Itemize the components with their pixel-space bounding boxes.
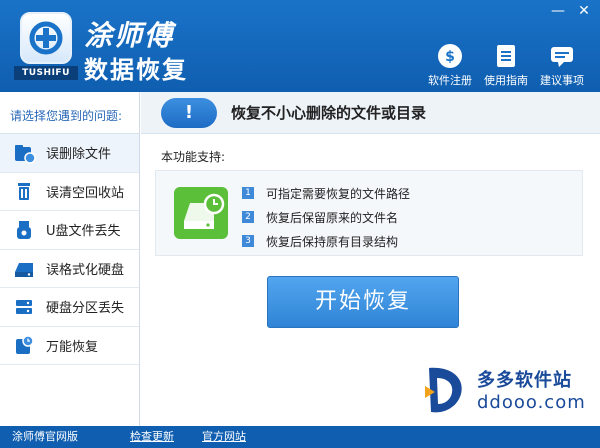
sidebar-item-format-disk[interactable]: 误格式化硬盘: [0, 250, 139, 288]
recycle-bin-icon: [18, 183, 30, 201]
status-bar: 涂师傅官网版 检查更新 官方网站: [0, 426, 600, 448]
suggestion-label: 建议事项: [540, 74, 584, 87]
universal-restore-icon: [16, 335, 34, 355]
list-item: 3 恢复后保持原有目录结构: [242, 229, 410, 253]
coin-register-icon: $: [438, 44, 462, 68]
logo-subtitle: TUSHIFU: [14, 66, 78, 80]
drive-restore-icon: [174, 187, 228, 239]
svg-text:$: $: [445, 49, 455, 65]
main-panel: ! 恢复不小心删除的文件或目录 本功能支持: 1 可指定需要恢复的文件路径 2 …: [141, 92, 600, 426]
minimize-button[interactable]: —: [545, 0, 571, 22]
logo-plus-icon: [29, 21, 63, 55]
sidebar-item-label: 万能恢复: [46, 339, 99, 355]
footer-edition-link[interactable]: 涂师傅官网版: [12, 426, 78, 448]
guide-book-icon: [497, 45, 515, 67]
watermark-url: ddooo.com: [477, 392, 586, 413]
app-header: TUSHIFU 涂师傅 数据恢复 — ✕ $ 软件注册 使用指南 建议事项: [0, 0, 600, 92]
feature-text: 恢复后保留原来的文件名: [266, 210, 399, 225]
guide-button[interactable]: 使用指南: [478, 42, 534, 88]
watermark-logo-icon: [425, 367, 462, 413]
sidebar-item-label: 误格式化硬盘: [46, 262, 125, 278]
watermark-name: 多多软件站: [477, 370, 572, 391]
guide-label: 使用指南: [484, 74, 528, 87]
register-label: 软件注册: [428, 74, 472, 87]
list-item: 1 可指定需要恢复的文件路径: [242, 181, 410, 205]
start-recovery-button[interactable]: 开始恢复: [267, 276, 459, 328]
feature-list: 1 可指定需要恢复的文件路径 2 恢复后保留原来的文件名 3 恢复后保持原有目录…: [242, 181, 410, 253]
logo-tile: [20, 12, 72, 64]
brand-title-line2: 数据恢复: [84, 56, 188, 84]
partition-icon: [16, 299, 32, 314]
sidebar-item-partition-lost[interactable]: 硬盘分区丢失: [0, 288, 139, 327]
app-logo: TUSHIFU: [14, 12, 78, 80]
close-button[interactable]: ✕: [571, 0, 597, 22]
feature-text: 恢复后保持原有目录结构: [266, 234, 399, 249]
sidebar-title: 请选择您遇到的问题:: [0, 92, 139, 134]
feature-number: 1: [242, 187, 254, 199]
function-title: 恢复不小心删除的文件或目录: [231, 104, 427, 122]
feature-number: 3: [242, 235, 254, 247]
watermark: 多多软件站 ddooo.com: [421, 362, 593, 422]
sidebar-item-universal-restore[interactable]: 万能恢复: [0, 327, 139, 365]
sidebar-item-label: 硬盘分区丢失: [46, 301, 125, 317]
sidebar-item-label: 误清空回收站: [46, 185, 125, 201]
sidebar-item-label: U盘文件丢失: [46, 224, 121, 240]
delete-file-icon: [15, 144, 36, 164]
function-banner: ! 恢复不小心删除的文件或目录: [141, 92, 600, 134]
feature-text: 可指定需要恢复的文件路径: [266, 186, 411, 201]
sidebar-item-label: 误删除文件: [46, 147, 112, 163]
usb-drive-icon: [17, 220, 31, 239]
feature-number: 2: [242, 211, 254, 223]
official-site-link[interactable]: 官方网站: [202, 426, 246, 448]
register-button[interactable]: $ 软件注册: [422, 42, 478, 88]
sidebar-item-usb-lost[interactable]: U盘文件丢失: [0, 211, 139, 250]
sidebar-item-deleted-files[interactable]: 误删除文件: [0, 134, 139, 173]
sidebar: 请选择您遇到的问题: 误删除文件 误清空回收站 U盘文件丢失 误格式化硬盘 硬盘…: [0, 92, 140, 426]
sidebar-item-recycle-bin[interactable]: 误清空回收站: [0, 173, 139, 211]
check-update-link[interactable]: 检查更新: [130, 426, 174, 448]
alert-icon: !: [161, 98, 217, 128]
feature-box: 1 可指定需要恢复的文件路径 2 恢复后保留原来的文件名 3 恢复后保持原有目录…: [155, 170, 583, 256]
brand-title-line1: 涂师傅: [84, 19, 175, 52]
format-disk-icon: [15, 263, 33, 278]
list-item: 2 恢复后保留原来的文件名: [242, 205, 410, 229]
suggestion-chat-icon: [551, 47, 573, 67]
support-label: 本功能支持:: [161, 150, 226, 164]
suggestion-button[interactable]: 建议事项: [534, 42, 590, 88]
